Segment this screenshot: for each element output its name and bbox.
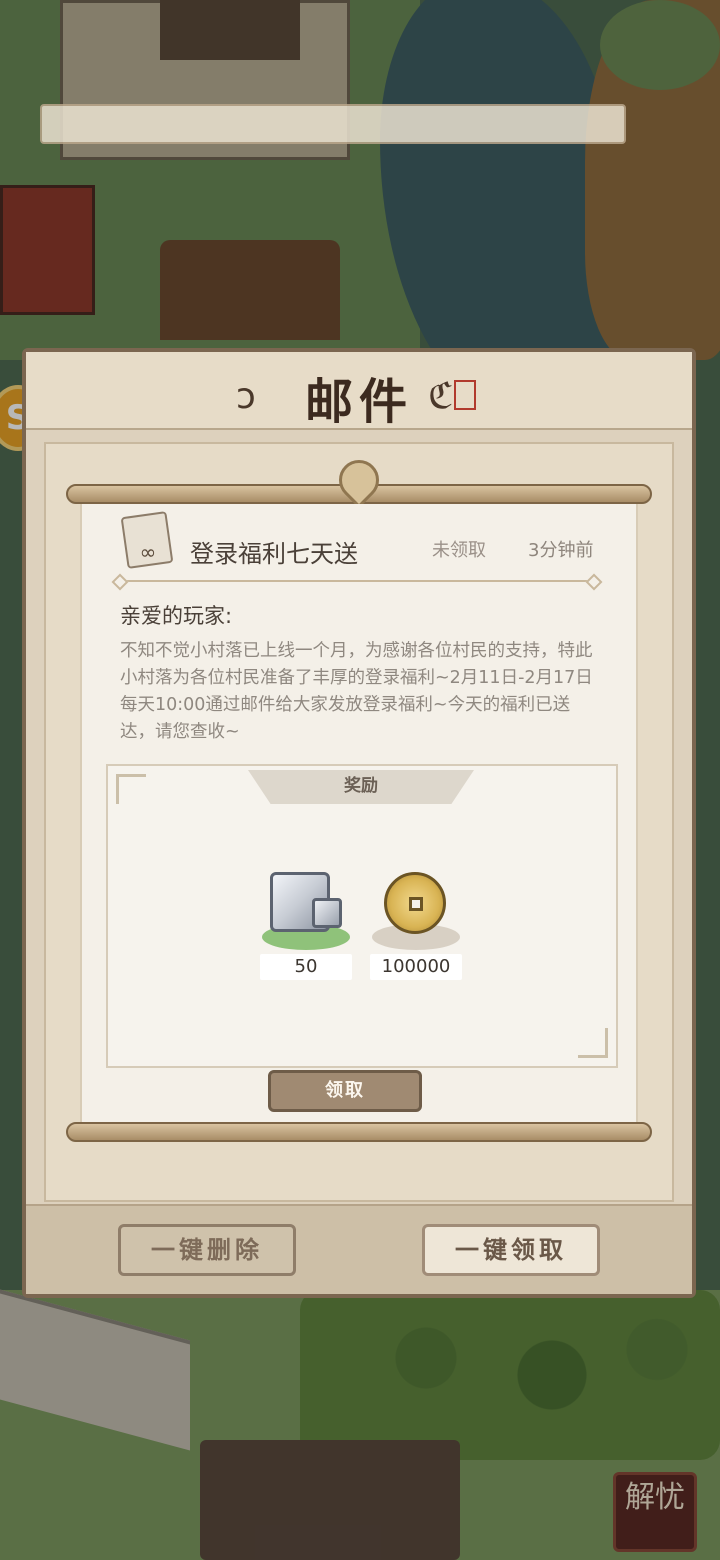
mail-status: 未领取: [432, 540, 486, 561]
title-divider: [122, 580, 592, 582]
reward-title: 奖励: [248, 770, 474, 804]
mail-greeting: 亲爱的玩家:: [120, 604, 233, 628]
reward-item-stone[interactable]: 50: [260, 870, 352, 990]
claim-all-button[interactable]: 一键领取: [422, 1224, 600, 1276]
reward-count: 50: [260, 954, 352, 980]
mail-detail-card: ∞ 登录福利七天送 未领取 3分钟前 亲爱的玩家: 不知不觉小村落已上线一个月，…: [80, 504, 638, 1122]
copper-coin-icon: [384, 872, 446, 934]
mail-timestamp: 3分钟前: [528, 540, 594, 561]
reward-count: 100000: [370, 954, 462, 980]
corner-ornament-icon: [116, 774, 146, 804]
coin-hole: [409, 897, 423, 911]
letter-icon: ∞: [120, 511, 174, 569]
mail-panel-title: 邮件: [304, 374, 413, 430]
mail-list-row-behind[interactable]: [40, 104, 626, 144]
header-seal-stamp: [454, 380, 476, 410]
stone-small-icon: [312, 898, 342, 928]
mail-title: 登录福利七天送: [190, 540, 358, 568]
mail-actions-bar: 一键删除 一键领取: [26, 1204, 692, 1294]
mail-panel-header: ↄ 邮件 ℭ: [26, 352, 692, 430]
scroll-rod-bottom: [66, 1122, 652, 1142]
delete-all-button[interactable]: 一键删除: [118, 1224, 296, 1276]
reward-box: 奖励 50 100000: [106, 764, 618, 1068]
cloud-swirl-icon: ℭ: [428, 376, 454, 417]
corner-ornament-icon: [578, 1028, 608, 1058]
claim-button[interactable]: 领取: [268, 1070, 422, 1112]
paperclip-icon: ∞: [139, 539, 157, 564]
mail-body-text: 不知不觉小村落已上线一个月，为感谢各位村民的支持，特此小村落为各位村民准备了丰厚…: [120, 641, 593, 742]
reward-item-coin[interactable]: 100000: [370, 870, 462, 990]
